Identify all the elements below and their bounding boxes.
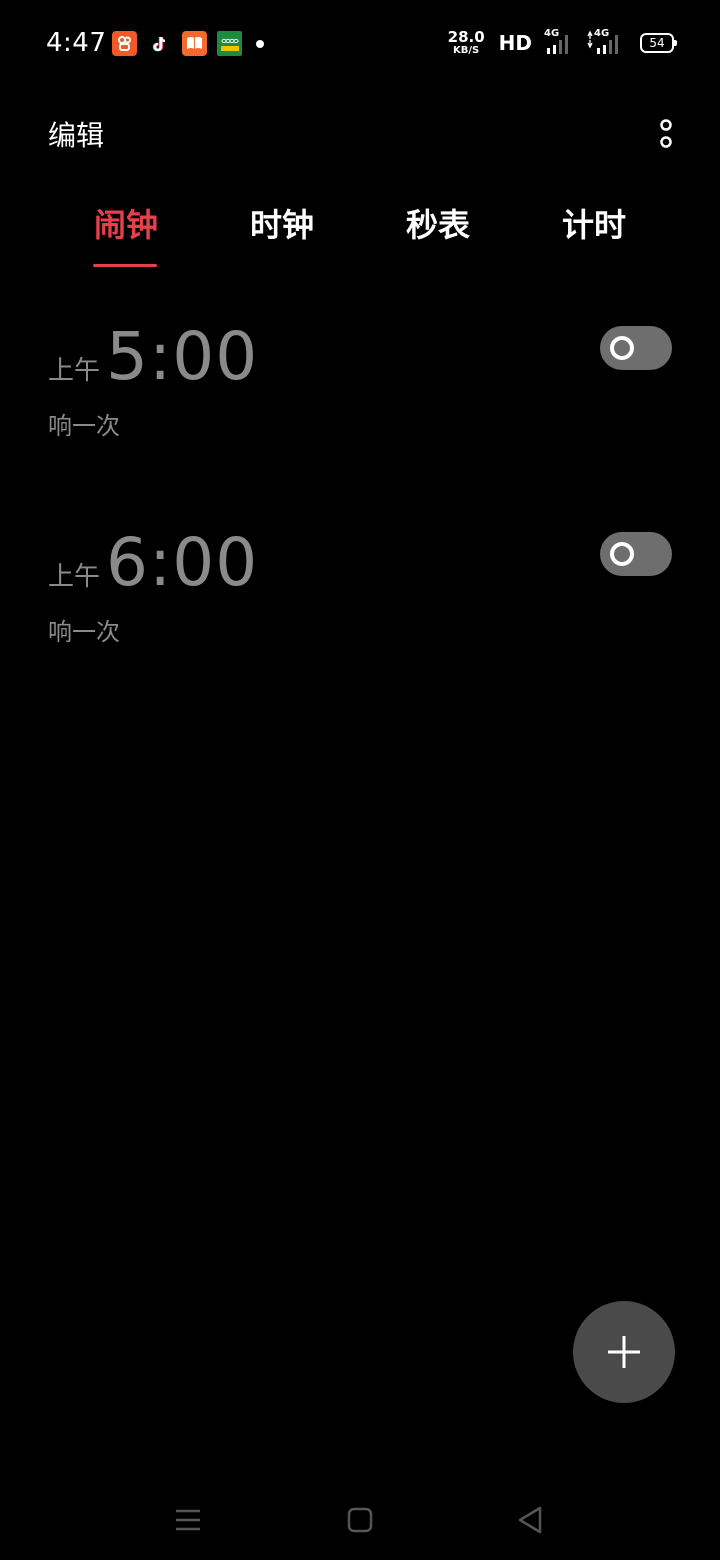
alarm-toggle[interactable] bbox=[600, 532, 672, 576]
network-speed-value: 28.0 bbox=[447, 28, 485, 46]
tab-timer[interactable]: 计时 bbox=[516, 200, 672, 246]
status-right: 28.0 KB/S HD 4G 4G 54 bbox=[448, 28, 677, 56]
tab-stopwatch[interactable]: 秒表 bbox=[360, 200, 516, 246]
kuaishou-app-icon bbox=[112, 31, 137, 56]
signal-bars-icon bbox=[547, 35, 568, 54]
alarm-repeat-label: 响一次 bbox=[48, 618, 120, 646]
plus-icon bbox=[608, 1336, 640, 1368]
tiktok-app-icon bbox=[147, 31, 172, 56]
tab-world-clock[interactable]: 时钟 bbox=[204, 200, 360, 246]
network-speed-unit: KB/S bbox=[453, 45, 480, 56]
status-time: 4:47 bbox=[46, 28, 107, 58]
alarm-time: 6:00 bbox=[106, 524, 259, 601]
active-tab-indicator bbox=[93, 264, 157, 267]
alarm-repeat-label: 响一次 bbox=[48, 412, 120, 440]
more-notifications-dot bbox=[256, 39, 264, 48]
menu-icon bbox=[176, 1509, 200, 1531]
navigation-bar bbox=[0, 1480, 720, 1560]
signal-1: 4G bbox=[544, 28, 574, 56]
tab-bar: 闹钟 时钟 秒表 计时 bbox=[48, 200, 672, 272]
home-icon bbox=[347, 1507, 373, 1533]
alarm-time-row: 上午 6:00 bbox=[48, 524, 258, 601]
alarm-period: 上午 bbox=[48, 356, 101, 386]
tab-alarm[interactable]: 闹钟 bbox=[48, 200, 204, 246]
alarm-item[interactable]: 上午 6:00 响一次 bbox=[0, 524, 720, 674]
status-bar: 4:47 28.0 KB/S HD 4G 4G 54 bbox=[0, 0, 720, 88]
hd-voice-label: HD bbox=[498, 31, 532, 55]
alarm-toggle[interactable] bbox=[600, 326, 672, 370]
battery-indicator: 54 bbox=[640, 33, 677, 53]
signal-bars-icon bbox=[587, 30, 618, 54]
edit-button[interactable]: 编辑 bbox=[48, 114, 104, 154]
back-icon bbox=[518, 1506, 542, 1534]
home-button[interactable] bbox=[340, 1500, 380, 1540]
recent-apps-button[interactable] bbox=[168, 1500, 208, 1540]
book-app-icon bbox=[182, 31, 207, 56]
more-options-button[interactable] bbox=[650, 116, 682, 152]
alarm-period: 上午 bbox=[48, 562, 101, 592]
add-alarm-button[interactable] bbox=[573, 1301, 675, 1403]
alarm-item[interactable]: 上午 5:00 响一次 bbox=[0, 318, 720, 468]
toggle-knob bbox=[610, 542, 634, 566]
more-vertical-icon bbox=[660, 119, 672, 148]
network-speed: 28.0 KB/S bbox=[448, 30, 485, 56]
alarm-time-row: 上午 5:00 bbox=[48, 318, 258, 395]
alarm-time: 5:00 bbox=[106, 318, 259, 395]
oppo-app-icon bbox=[217, 31, 242, 56]
signal-2: 4G bbox=[586, 28, 624, 56]
notification-icons bbox=[112, 31, 264, 56]
back-button[interactable] bbox=[510, 1500, 550, 1540]
toggle-knob bbox=[610, 336, 634, 360]
